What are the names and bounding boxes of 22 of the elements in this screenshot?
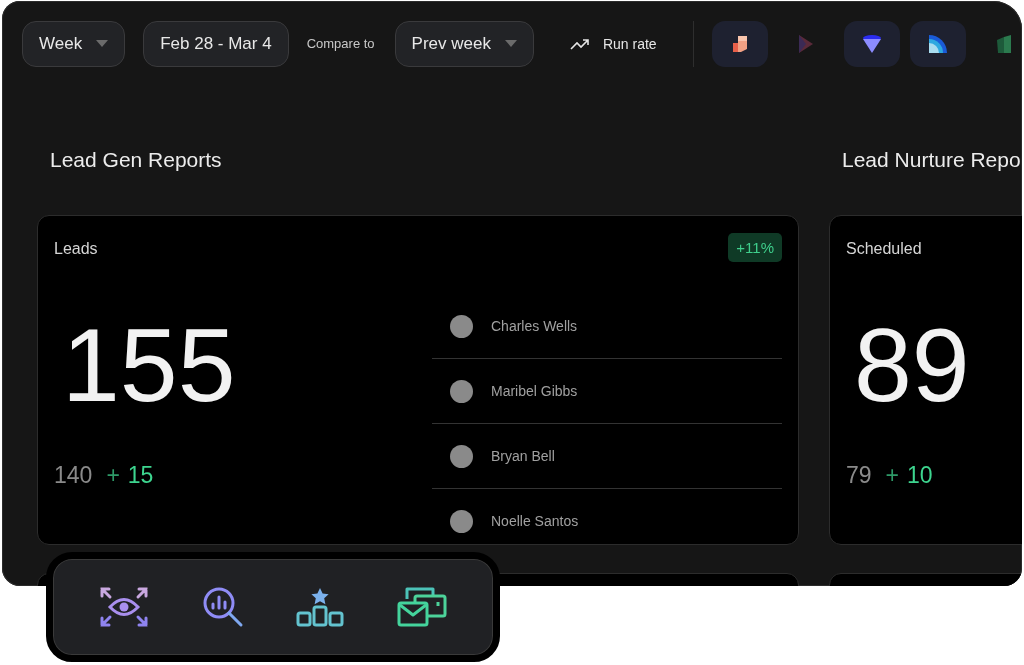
date-range-button[interactable]: Feb 28 - Mar 4 [143,20,289,67]
run-rate-button[interactable]: Run rate [569,35,657,52]
compare-label: Compare to [306,36,375,51]
delta-sign: + [885,462,900,489]
metric-label: Scheduled [846,240,923,258]
delta-value: 10 [907,462,933,489]
person-name: Bryan Bell [491,448,555,464]
previous-value: 140 [54,462,93,489]
metric-label: Leads [54,240,99,258]
previous-value: 79 [846,462,872,489]
change-badge: +11% [728,233,782,262]
delta-sign: + [106,462,120,489]
person-name: Maribel Gibbs [491,383,578,399]
metric-value: 89 [854,310,970,420]
section-title: Lead Gen Reports [50,147,223,173]
metric-value: 155 [62,310,236,420]
period-dropdown[interactable]: Week [22,20,126,67]
person-name: Noelle Santos [491,513,579,529]
compare-dropdown[interactable]: Prev week [394,20,534,67]
section-title: Lead Nurture Repo [842,147,1022,173]
person-name: Charles Wells [491,318,578,334]
delta-value: 15 [127,462,154,489]
